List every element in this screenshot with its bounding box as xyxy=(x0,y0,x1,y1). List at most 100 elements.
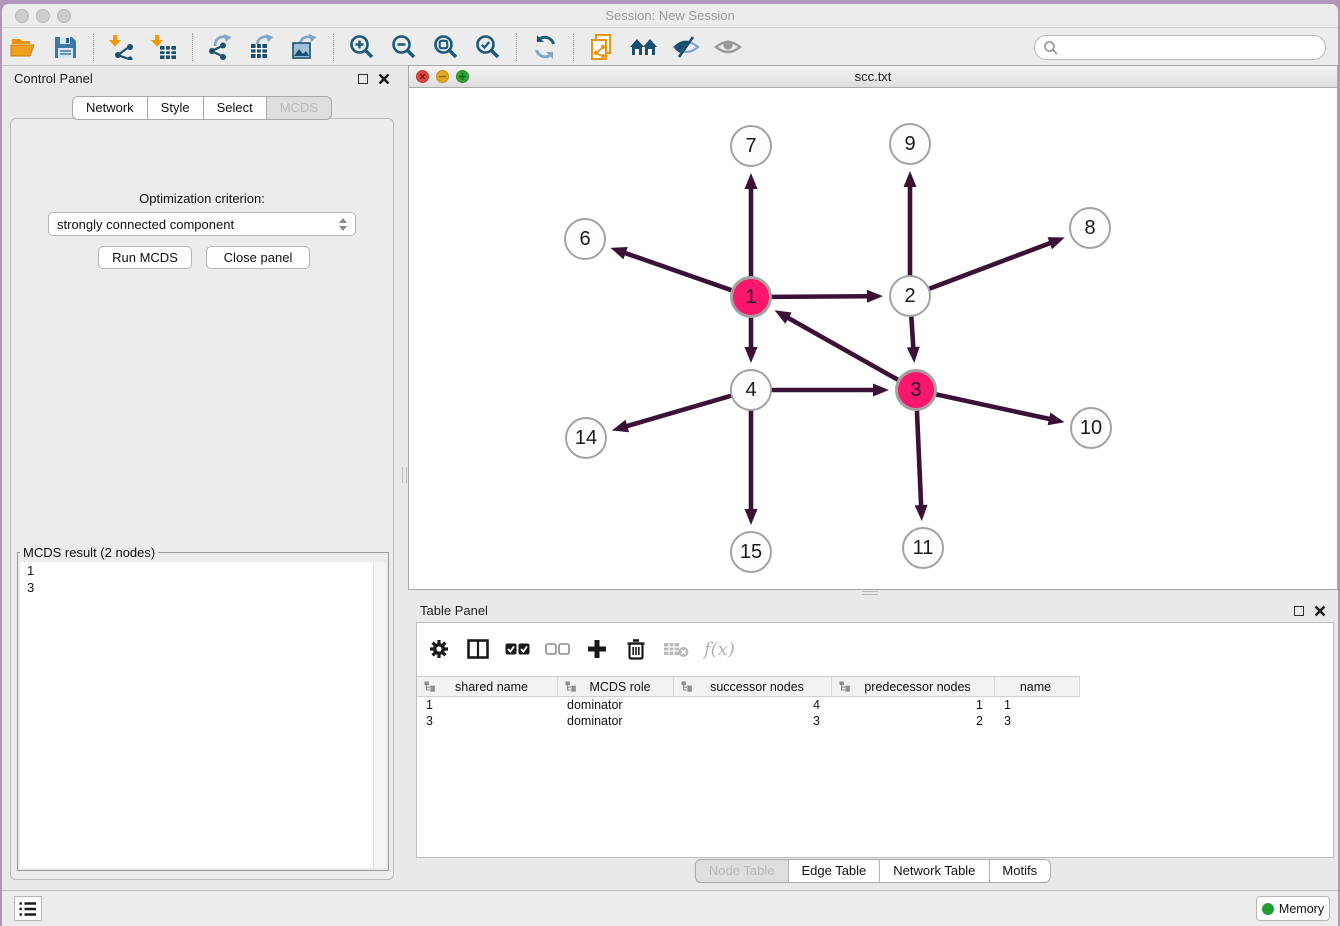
zoom-in-icon[interactable] xyxy=(347,32,377,62)
table-row[interactable]: 3 dominator 3 2 3 xyxy=(417,713,1080,729)
close-panel-button[interactable]: Close panel xyxy=(206,246,310,269)
clone-network-icon[interactable] xyxy=(587,32,617,62)
tab-mcds[interactable]: MCDS xyxy=(267,96,332,120)
tab-network[interactable]: Network xyxy=(72,96,148,120)
export-table-icon[interactable] xyxy=(248,32,278,62)
delete-table-icon[interactable] xyxy=(663,635,689,663)
graph-edge-2-3[interactable] xyxy=(911,316,913,349)
graph-node-6[interactable]: 6 xyxy=(564,218,606,260)
run-mcds-button[interactable]: Run MCDS xyxy=(98,246,192,269)
graph-node-8[interactable]: 8 xyxy=(1069,207,1111,249)
hierarchy-icon xyxy=(839,681,851,692)
column-header-name[interactable]: name xyxy=(995,677,1080,696)
graph-node-1[interactable]: 1 xyxy=(730,276,772,318)
zoom-selected-icon[interactable] xyxy=(473,32,503,62)
toolbar-separator xyxy=(333,33,334,61)
criterion-selected-value: strongly connected component xyxy=(57,217,339,232)
cell-name: 1 xyxy=(995,697,1080,713)
export-network-icon[interactable] xyxy=(206,32,236,62)
first-neighbors-icon[interactable] xyxy=(629,32,659,62)
save-session-icon[interactable] xyxy=(50,32,80,62)
select-all-icon[interactable] xyxy=(505,635,530,663)
apply-layout-icon[interactable] xyxy=(530,32,560,62)
graph-node-11[interactable]: 11 xyxy=(902,527,944,569)
graph-edge-2-8[interactable] xyxy=(929,242,1052,288)
cell-successor-nodes: 4 xyxy=(674,697,832,713)
network-view-window: scc.txt 1 2 3 4 6 7 8 9 10 11 14 15 xyxy=(408,65,1338,590)
deselect-all-icon[interactable] xyxy=(545,635,570,663)
tab-node-table[interactable]: Node Table xyxy=(695,859,789,883)
task-history-button[interactable] xyxy=(14,896,42,921)
show-columns-icon[interactable] xyxy=(466,635,490,663)
graph-edge-3-10[interactable] xyxy=(936,394,1051,419)
search-icon xyxy=(1043,40,1059,56)
graph-edge-arrowhead xyxy=(610,247,627,259)
search-field xyxy=(1034,35,1326,60)
optimization-criterion-select[interactable]: strongly connected component xyxy=(48,212,356,236)
memory-button[interactable]: Memory xyxy=(1256,896,1330,921)
import-network-icon[interactable] xyxy=(107,32,137,62)
control-panel-tabs: Network Style Select MCDS xyxy=(72,96,332,120)
table-settings-icon[interactable] xyxy=(427,635,451,663)
graph-edge-1-2[interactable] xyxy=(771,296,869,297)
float-panel-icon[interactable] xyxy=(1294,606,1304,616)
tab-network-table[interactable]: Network Table xyxy=(880,859,989,883)
network-window-titlebar: scc.txt xyxy=(409,66,1337,88)
column-header-shared-name[interactable]: shared name xyxy=(417,677,558,696)
graph-node-10[interactable]: 10 xyxy=(1070,407,1112,449)
graph-node-14[interactable]: 14 xyxy=(565,417,607,459)
graph-edge-arrowhead xyxy=(745,347,758,363)
result-scrollbar[interactable] xyxy=(373,562,386,868)
add-row-icon[interactable] xyxy=(585,635,609,663)
graph-node-7[interactable]: 7 xyxy=(730,125,772,167)
cell-name: 3 xyxy=(995,713,1080,729)
graph-node-15[interactable]: 15 xyxy=(730,531,772,573)
graph-edge-3-11[interactable] xyxy=(917,410,921,507)
close-panel-icon[interactable] xyxy=(378,73,390,85)
column-header-successor-nodes[interactable]: successor nodes xyxy=(674,677,832,696)
toolbar-separator xyxy=(573,33,574,61)
open-session-icon[interactable] xyxy=(8,32,38,62)
mcds-result-item: 1 xyxy=(20,562,386,579)
column-header-mcds-role[interactable]: MCDS role xyxy=(558,677,674,696)
close-panel-icon[interactable] xyxy=(1314,605,1326,617)
tab-motifs[interactable]: Motifs xyxy=(989,859,1051,883)
hierarchy-icon xyxy=(565,681,577,692)
titlebar: Session: New Session xyxy=(2,4,1338,28)
table-panel-title: Table Panel xyxy=(420,603,488,618)
tab-edge-table[interactable]: Edge Table xyxy=(788,859,880,883)
tab-style[interactable]: Style xyxy=(148,96,204,120)
network-window-title: scc.txt xyxy=(409,69,1337,84)
float-panel-icon[interactable] xyxy=(358,74,368,84)
graph-edge-arrowhead xyxy=(915,505,928,521)
graph-edge-3-1[interactable] xyxy=(787,317,899,380)
show-graphics-details-icon[interactable] xyxy=(713,32,743,62)
column-header-predecessor-nodes[interactable]: predecessor nodes xyxy=(832,677,995,696)
panel-splitter-handle[interactable] xyxy=(402,467,407,483)
cell-successor-nodes: 3 xyxy=(674,713,832,729)
table-panel: Table Panel xyxy=(408,595,1338,890)
control-panel-title: Control Panel xyxy=(14,71,93,86)
graph-edge-arrowhead xyxy=(612,420,629,432)
network-canvas[interactable]: 1 2 3 4 6 7 8 9 10 11 14 15 xyxy=(409,88,1337,589)
search-input[interactable] xyxy=(1059,39,1325,56)
delete-row-icon[interactable] xyxy=(624,635,648,663)
mcds-tab-content: Optimization criterion: strongly connect… xyxy=(10,118,394,880)
export-image-icon[interactable] xyxy=(290,32,320,62)
graph-node-2[interactable]: 2 xyxy=(889,275,931,317)
graph-edge-arrowhead xyxy=(904,171,917,187)
tab-select[interactable]: Select xyxy=(204,96,267,120)
graph-node-9[interactable]: 9 xyxy=(889,123,931,165)
zoom-out-icon[interactable] xyxy=(389,32,419,62)
zoom-fit-icon[interactable] xyxy=(431,32,461,62)
graph-node-3[interactable]: 3 xyxy=(895,369,937,411)
hide-graphics-details-icon[interactable] xyxy=(671,32,701,62)
graph-edge-1-6[interactable] xyxy=(624,253,732,291)
graph-edge-4-14[interactable] xyxy=(625,396,731,427)
graph-node-4[interactable]: 4 xyxy=(730,369,772,411)
table-row[interactable]: 1 dominator 4 1 1 xyxy=(417,697,1080,713)
toolbar-separator xyxy=(192,33,193,61)
cell-shared-name: 3 xyxy=(417,713,558,729)
import-table-icon[interactable] xyxy=(149,32,179,62)
function-builder-icon[interactable]: f(x) xyxy=(704,635,735,663)
